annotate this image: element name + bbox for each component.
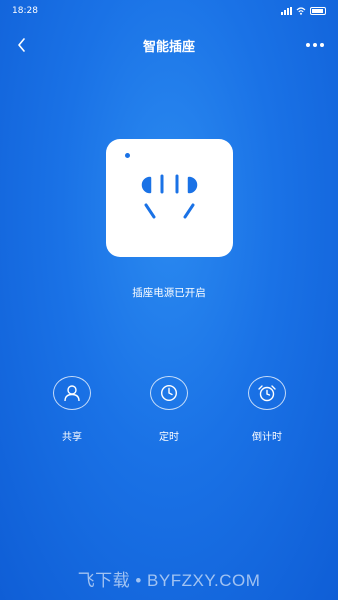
more-dots-icon xyxy=(306,43,310,47)
power-toggle-card[interactable] xyxy=(106,139,233,257)
share-button[interactable] xyxy=(53,376,91,410)
countdown-label: 倒计时 xyxy=(252,432,282,443)
action-bar: 共享 定时 倒计时 xyxy=(0,376,338,446)
signal-icon xyxy=(281,7,292,15)
countdown-action[interactable]: 倒计时 xyxy=(232,376,302,443)
countdown-button[interactable] xyxy=(248,376,286,410)
wifi-icon xyxy=(296,7,306,15)
more-button[interactable] xyxy=(306,36,324,54)
power-socket-icon xyxy=(141,174,198,219)
more-dot xyxy=(313,43,317,47)
power-status-text: 插座电源已开启 xyxy=(132,287,206,299)
navigation-bar: 智能插座 xyxy=(0,30,338,60)
clock-icon xyxy=(160,384,178,402)
back-button[interactable] xyxy=(12,34,32,56)
status-icons xyxy=(281,7,326,15)
battery-icon xyxy=(310,7,326,15)
alarm-clock-icon xyxy=(258,385,276,402)
status-bar: 18:28 xyxy=(0,0,338,22)
page-title: 智能插座 xyxy=(142,39,195,55)
more-dot xyxy=(320,43,324,47)
timer-label: 定时 xyxy=(159,432,179,443)
chevron-left-icon xyxy=(18,38,25,52)
user-icon xyxy=(64,385,80,402)
watermark: 飞下载 • BYFZXY.COM xyxy=(77,571,261,590)
share-action[interactable]: 共享 xyxy=(37,376,107,443)
share-label: 共享 xyxy=(62,432,82,443)
timer-action[interactable]: 定时 xyxy=(134,376,204,443)
status-time: 18:28 xyxy=(12,6,38,16)
timer-button[interactable] xyxy=(150,376,188,410)
